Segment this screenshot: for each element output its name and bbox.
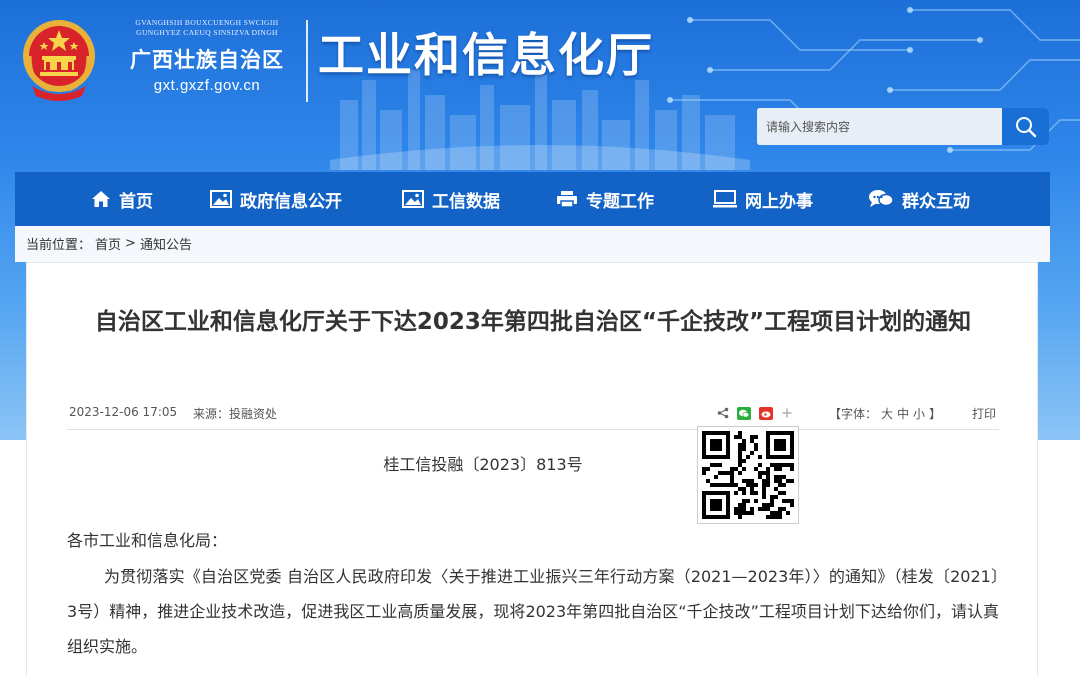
article-source: 来源：投融资处 [193, 405, 277, 422]
nav-item-label: 政府信息公开 [240, 191, 342, 212]
org-latin-name-line1: GVANGHSIH BOUXCUENGH SWCIGIH [135, 18, 279, 27]
nav-item-gov-info[interactable]: 政府信息公开 [210, 172, 342, 226]
plus-icon[interactable] [781, 407, 793, 419]
weibo-icon[interactable] [759, 406, 773, 420]
breadcrumb-home-link[interactable]: 首页 [95, 234, 121, 253]
article-title: 自治区工业和信息化厅关于下达2023年第四批自治区“千企技改”工程项目计划的通知 [94, 309, 972, 335]
search-input[interactable] [757, 108, 1002, 145]
breadcrumb: 当前位置： 首页 > 通知公告 [26, 234, 192, 253]
org-name: 广西壮族自治区 [130, 48, 284, 72]
search-icon [1015, 116, 1036, 137]
nav-item-label: 工信数据 [432, 191, 500, 212]
home-icon [91, 190, 111, 208]
header-divider [306, 20, 308, 102]
publish-date: 2023-12-06 17:05 [69, 405, 178, 419]
breadcrumb-prefix: 当前位置： [26, 238, 92, 253]
printer-icon [556, 190, 578, 208]
document-number: 桂工信投融〔2023〕813号 [383, 455, 583, 474]
wechat-icon[interactable] [737, 406, 751, 420]
share-icon[interactable] [717, 407, 729, 419]
font-small-button[interactable]: 小 [913, 405, 925, 422]
breadcrumb-current-link[interactable]: 通知公告 [140, 234, 192, 253]
nav-item-label: 网上办事 [745, 191, 813, 212]
qr-code [697, 426, 799, 524]
nav-item-label: 群众互动 [902, 191, 970, 212]
source-value: 投融资处 [229, 407, 278, 421]
main-nav: 首页 政府信息公开 工信数据 专题工作 网上办事 群众互动 [15, 172, 1050, 226]
print-link[interactable]: 打印 [972, 405, 996, 422]
search-box [757, 108, 1049, 145]
nav-item-label: 专题工作 [586, 191, 654, 212]
image-icon [402, 190, 424, 208]
font-size-suffix: 】 [929, 407, 942, 421]
qr-code-icon [702, 431, 794, 519]
national-emblem-icon [23, 20, 95, 101]
nav-item-interaction[interactable]: 群众互动 [868, 172, 970, 226]
font-large-button[interactable]: 大 [881, 405, 893, 422]
article-panel: 自治区工业和信息化厅关于下达2023年第四批自治区“千企技改”工程项目计划的通知… [26, 262, 1038, 676]
nav-item-label: 首页 [119, 191, 153, 212]
nav-item-online-service[interactable]: 网上办事 [713, 172, 813, 226]
font-medium-button[interactable]: 中 [897, 405, 909, 422]
chat-bubbles-icon [868, 189, 894, 209]
breadcrumb-separator: > [125, 236, 136, 251]
source-label: 来源： [193, 407, 230, 421]
image-icon [210, 190, 232, 208]
site-domain: gxt.gxzf.gov.cn [153, 77, 261, 94]
org-latin-name-line2: GUNGHYEZ CAEUQ SINSIZVA DINGH [136, 28, 278, 37]
font-size-prefix: 【字体： [829, 407, 878, 421]
nav-item-home[interactable]: 首页 [91, 172, 153, 226]
share-group [717, 403, 793, 423]
search-button[interactable] [1002, 108, 1049, 145]
font-size-control: 【字体： 大 中 小 】 [829, 405, 941, 422]
monitor-icon [713, 190, 737, 208]
body-paragraph: 为贯彻落实《自治区党委 自治区人民政府印发〈关于推进工业振兴三年行动方案（202… [67, 567, 999, 656]
article-meta: 2023-12-06 17:05 来源：投融资处 【字体： 大 中 小 】 打印 [67, 403, 999, 423]
meta-divider [67, 429, 999, 430]
recipient-line: 各市工业和信息化局： [67, 531, 228, 550]
nav-item-topics[interactable]: 专题工作 [556, 172, 654, 226]
org-identity: GVANGHSIH BOUXCUENGH SWCIGIH GUNGHYEZ CA… [112, 18, 302, 94]
department-title: 工业和信息化厅 [318, 28, 654, 82]
nav-item-data[interactable]: 工信数据 [402, 172, 500, 226]
